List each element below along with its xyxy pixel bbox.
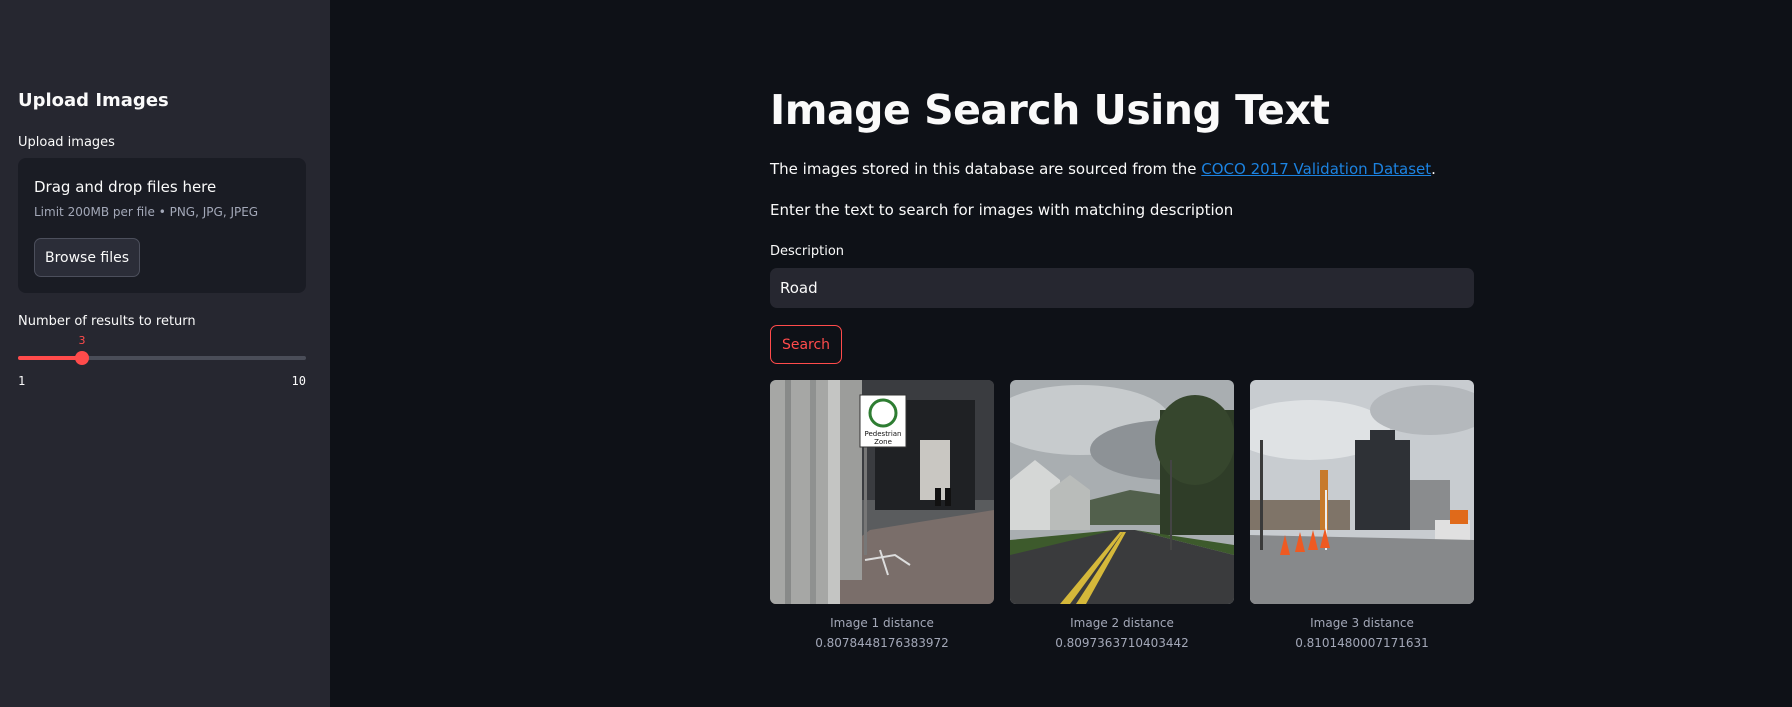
result-distance: 0.8078448176383972 bbox=[815, 636, 949, 650]
result-label: Image 3 distance bbox=[1310, 616, 1414, 630]
slider-max-label: 10 bbox=[291, 374, 306, 388]
svg-text:Pedestrian: Pedestrian bbox=[865, 430, 902, 438]
dropzone-text: Drag and drop files here bbox=[34, 178, 217, 196]
result-distance: 0.8097363710403442 bbox=[1055, 636, 1189, 650]
coco-dataset-link[interactable]: COCO 2017 Validation Dataset bbox=[1201, 160, 1431, 178]
dropzone-limit-text: Limit 200MB per file • PNG, JPG, JPEG bbox=[34, 205, 259, 219]
search-button[interactable]: Search bbox=[770, 325, 842, 364]
result-distance: 0.8101480007171631 bbox=[1295, 636, 1429, 650]
result-image-3 bbox=[1250, 380, 1474, 604]
browse-files-button[interactable]: Browse files bbox=[34, 238, 140, 277]
instructions-text: Enter the text to search for images with… bbox=[770, 201, 1234, 219]
source-prefix: The images stored in this database are s… bbox=[770, 160, 1202, 178]
sidebar-title: Upload Images bbox=[18, 90, 169, 111]
description-input[interactable] bbox=[770, 268, 1474, 308]
result-card: Pedestrian Zone Image 1 distance 0.80784… bbox=[770, 380, 994, 650]
result-image-2 bbox=[1010, 380, 1234, 604]
slider-thumb[interactable] bbox=[75, 351, 89, 365]
slider-label: Number of results to return bbox=[18, 314, 196, 329]
slider-fill bbox=[18, 356, 82, 360]
slider-value: 3 bbox=[78, 334, 86, 347]
file-dropzone[interactable]: Drag and drop files here Limit 200MB per… bbox=[18, 158, 306, 293]
description-label: Description bbox=[770, 244, 845, 259]
result-label: Image 1 distance bbox=[830, 616, 934, 630]
results-slider[interactable] bbox=[18, 351, 306, 365]
result-card: Image 2 distance 0.8097363710403442 bbox=[1010, 380, 1234, 650]
sidebar: Upload Images Upload images Drag and dro… bbox=[0, 0, 330, 707]
result-image-1: Pedestrian Zone bbox=[770, 380, 994, 604]
result-label: Image 2 distance bbox=[1070, 616, 1174, 630]
svg-text:Zone: Zone bbox=[874, 438, 892, 446]
source-paragraph: The images stored in this database are s… bbox=[770, 160, 1436, 178]
slider-min-label: 1 bbox=[18, 374, 26, 388]
page-title: Image Search Using Text bbox=[770, 86, 1330, 134]
uploader-label: Upload images bbox=[18, 135, 115, 150]
source-suffix: . bbox=[1431, 160, 1436, 178]
main-content: Image Search Using Text The images store… bbox=[770, 0, 1474, 707]
result-card: Image 3 distance 0.8101480007171631 bbox=[1250, 380, 1474, 650]
